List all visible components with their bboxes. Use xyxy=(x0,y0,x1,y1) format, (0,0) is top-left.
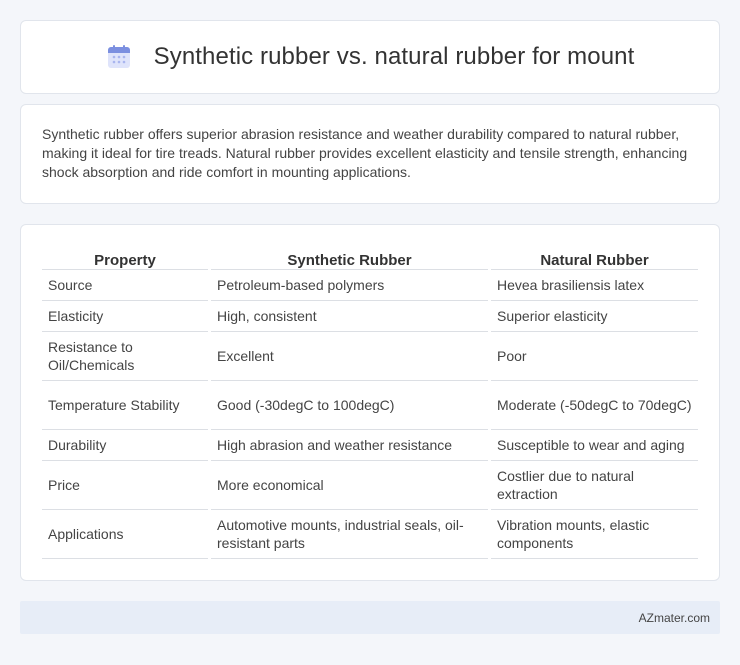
page-title: Synthetic rubber vs. natural rubber for … xyxy=(153,43,635,70)
cell-natural: Superior elasticity xyxy=(491,301,698,332)
cell-synthetic: Excellent xyxy=(211,332,488,381)
cell-property: Price xyxy=(42,461,208,510)
cell-property: Resistance to Oil/Chemicals xyxy=(42,332,208,381)
cell-synthetic: More economical xyxy=(211,461,488,510)
cell-property: Durability xyxy=(42,430,208,461)
header-natural-rubber: Natural Rubber xyxy=(491,244,698,270)
summary-card: Synthetic rubber offers superior abrasio… xyxy=(20,104,720,204)
cell-synthetic: Good (-30degC to 100degC) xyxy=(211,381,488,430)
cell-synthetic: High, consistent xyxy=(211,301,488,332)
cell-natural: Hevea brasiliensis latex xyxy=(491,270,698,301)
table-row: Temperature Stability Good (-30degC to 1… xyxy=(42,381,698,430)
calendar-icon xyxy=(106,44,132,70)
footer: AZmater.com xyxy=(20,601,720,634)
table-row: Applications Automotive mounts, industri… xyxy=(42,510,698,559)
footer-brand: AZmater.com xyxy=(638,610,710,625)
cell-synthetic: Automotive mounts, industrial seals, oil… xyxy=(211,510,488,559)
cell-property: Applications xyxy=(42,510,208,559)
table-card: Property Synthetic Rubber Natural Rubber… xyxy=(20,224,720,581)
cell-synthetic: High abrasion and weather resistance xyxy=(211,430,488,461)
summary-text: Synthetic rubber offers superior abrasio… xyxy=(42,126,688,180)
cell-natural: Susceptible to wear and aging xyxy=(491,430,698,461)
table-row: Durability High abrasion and weather res… xyxy=(42,430,698,461)
table-row: Source Petroleum-based polymers Hevea br… xyxy=(42,270,698,301)
cell-synthetic: Petroleum-based polymers xyxy=(211,270,488,301)
table-header-row: Property Synthetic Rubber Natural Rubber xyxy=(42,244,698,270)
cell-property: Elasticity xyxy=(42,301,208,332)
header-property: Property xyxy=(42,244,208,270)
cell-property: Temperature Stability xyxy=(42,381,208,430)
cell-property: Source xyxy=(42,270,208,301)
cell-natural: Moderate (-50degC to 70degC) xyxy=(491,381,698,430)
table-row: Resistance to Oil/Chemicals Excellent Po… xyxy=(42,332,698,381)
comparison-table: Property Synthetic Rubber Natural Rubber… xyxy=(39,244,701,559)
table-row: Price More economical Costlier due to na… xyxy=(42,461,698,510)
header-synthetic-rubber: Synthetic Rubber xyxy=(211,244,488,270)
cell-natural: Costlier due to natural extraction xyxy=(491,461,698,510)
cell-natural: Poor xyxy=(491,332,698,381)
title-card: Synthetic rubber vs. natural rubber for … xyxy=(20,20,720,94)
table-row: Elasticity High, consistent Superior ela… xyxy=(42,301,698,332)
cell-natural: Vibration mounts, elastic components xyxy=(491,510,698,559)
title-wrap: Synthetic rubber vs. natural rubber for … xyxy=(106,43,635,71)
